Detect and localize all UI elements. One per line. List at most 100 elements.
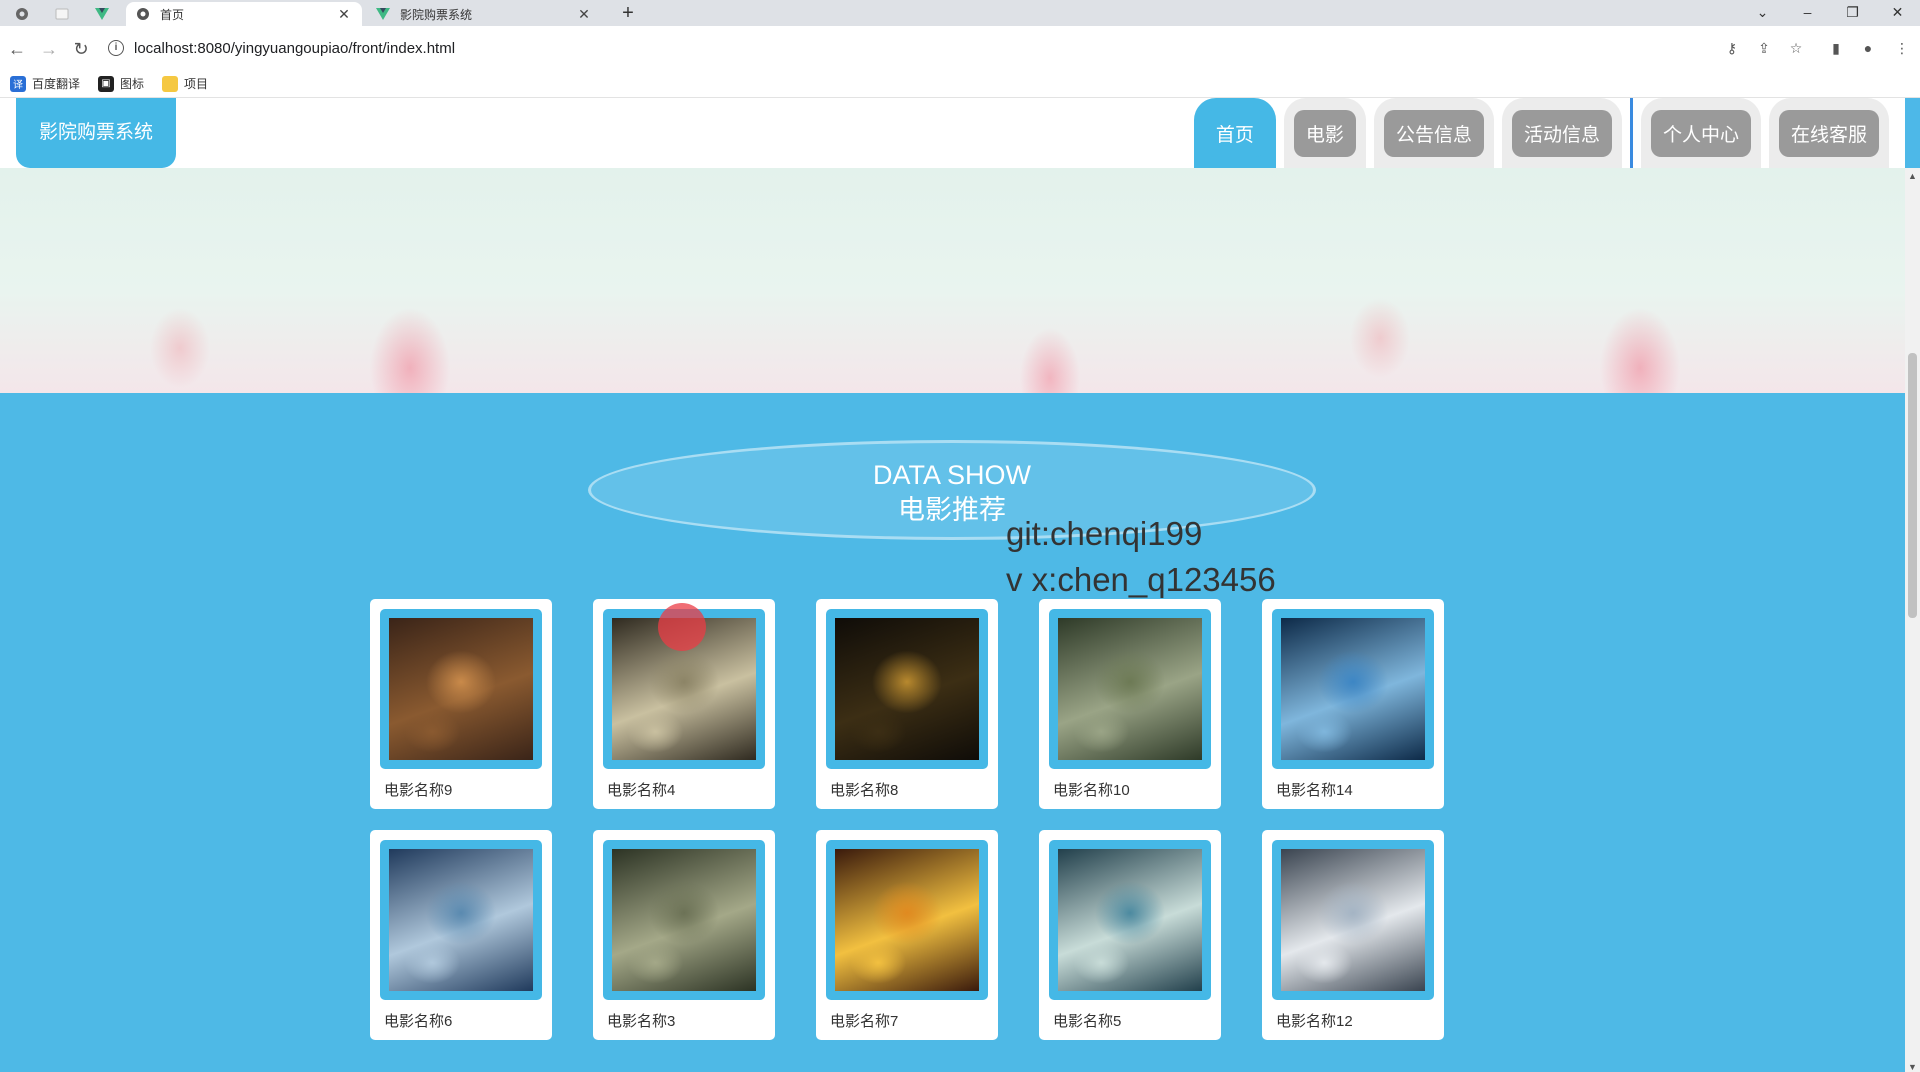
page-scrollbar[interactable]: ▲ ▼ <box>1905 168 1920 1072</box>
watermark-wechat: v x:chen_q123456 <box>1006 561 1276 598</box>
section-title-cn: 电影推荐 <box>898 495 1006 525</box>
bookmark-baidu-translate[interactable]: 译 百度翻译 <box>10 75 80 92</box>
space-movie-poster[interactable] <box>1281 849 1425 991</box>
pinned-tab-globe-icon[interactable] <box>10 3 34 25</box>
tab-search-icon[interactable]: ⌄ <box>1740 0 1785 26</box>
call-of-wild-poster[interactable] <box>1058 849 1202 991</box>
forest-movie-poster[interactable] <box>1058 618 1202 760</box>
scroll-up-icon[interactable]: ▲ <box>1908 171 1917 181</box>
movie-name[interactable]: 电影名称9 <box>384 779 452 800</box>
bookmark-icons[interactable]: ▣ 图标 <box>98 75 144 92</box>
mermaid-poster[interactable] <box>389 849 533 991</box>
recommend-section: DATA SHOW 电影推荐 git:chenqi199 v x:chen_q1… <box>0 393 1905 1072</box>
url-text: localhost:8080/yingyuangoupiao/front/ind… <box>134 39 456 57</box>
movie-poster-frame[interactable] <box>380 840 542 1000</box>
movie-poster-frame[interactable] <box>1049 609 1211 769</box>
movie-poster-frame[interactable] <box>603 840 765 1000</box>
cursor-click-indicator <box>658 603 706 651</box>
nav-announcements[interactable]: 公告信息 <box>1373 98 1494 168</box>
nav-movies[interactable]: 电影 <box>1283 98 1366 168</box>
movie-poster-frame[interactable] <box>1272 840 1434 1000</box>
avatar-poster[interactable] <box>1281 618 1425 760</box>
minimize-icon[interactable]: – <box>1785 0 1830 26</box>
movie-card[interactable]: 电影名称12 <box>1262 830 1444 1040</box>
close-tab-icon[interactable]: ✕ <box>576 6 592 22</box>
movie-name[interactable]: 电影名称5 <box>1053 1010 1121 1031</box>
movie-card[interactable]: 电影名称9 <box>370 599 552 809</box>
share-icon[interactable]: ⇪ <box>1754 38 1774 58</box>
movie-poster-frame[interactable] <box>1272 609 1434 769</box>
movie-name[interactable]: 电影名称7 <box>830 1010 898 1031</box>
folder-icon <box>162 75 179 92</box>
web-page: 影院购票系统 首页 电影 公告信息 活动信息 个人中心 在线客服 DATA SH… <box>0 98 1920 1072</box>
movie-name[interactable]: 电影名称12 <box>1276 1010 1353 1031</box>
movie-name[interactable]: 电影名称3 <box>607 1010 675 1031</box>
movie-poster-frame[interactable] <box>380 609 542 769</box>
movie-card[interactable]: 电影名称10 <box>1039 599 1221 809</box>
image-icon: ▣ <box>98 75 115 92</box>
nav-personal-center[interactable]: 个人中心 <box>1640 98 1761 168</box>
clapperboard-poster[interactable] <box>835 618 979 760</box>
restore-icon[interactable]: ❐ <box>1830 0 1875 26</box>
movie-poster-frame[interactable] <box>826 609 988 769</box>
movie-card[interactable]: 电影名称6 <box>370 830 552 1040</box>
browser-tab-strip: 首页 ✕ 影院购票系统 ✕ + ⌄ – ❐ ✕ <box>0 0 1920 26</box>
drama-poster[interactable] <box>612 849 756 991</box>
bookmark-label: 图标 <box>120 77 145 91</box>
movie-name[interactable]: 电影名称14 <box>1276 779 1353 800</box>
bookmarks-bar: 译 百度翻译 ▣ 图标 项目 <box>0 70 1920 98</box>
password-key-icon[interactable]: ⚷ <box>1722 38 1742 58</box>
movie-name[interactable]: 电影名称10 <box>1053 779 1130 800</box>
bookmark-star-icon[interactable]: ☆ <box>1786 38 1806 58</box>
profile-avatar-icon[interactable]: ● <box>1858 38 1878 58</box>
back-icon[interactable]: ← <box>6 38 28 60</box>
pinned-tab-vue-icon[interactable] <box>90 3 114 25</box>
section-title: DATA SHOW 电影推荐 <box>588 440 1316 540</box>
nav-label: 首页 <box>1203 109 1266 157</box>
tab-cinema-system[interactable]: 影院购票系统 ✕ <box>366 2 602 26</box>
movie-card[interactable]: 电影名称5 <box>1039 830 1221 1040</box>
nav-divider <box>1629 98 1633 168</box>
translate-icon: 译 <box>10 75 26 92</box>
side-panel-icon[interactable]: ▮ <box>1826 38 1846 58</box>
window-controls: ⌄ – ❐ ✕ <box>1740 0 1920 26</box>
bookmark-folder-projects[interactable]: 项目 <box>162 75 208 92</box>
site-logo[interactable]: 影院购票系统 <box>16 98 176 168</box>
nav-home[interactable]: 首页 <box>1193 98 1276 168</box>
vue-icon <box>376 7 390 21</box>
nav-online-service[interactable]: 在线客服 <box>1768 98 1889 168</box>
movie-poster-frame[interactable] <box>826 840 988 1000</box>
nav-label: 在线客服 <box>1778 109 1879 157</box>
close-tab-icon[interactable]: ✕ <box>336 6 352 22</box>
address-bar[interactable]: i localhost:8080/yingyuangoupiao/front/i… <box>108 33 1772 63</box>
movie-name[interactable]: 电影名称8 <box>830 779 898 800</box>
site-info-icon[interactable]: i <box>108 40 124 56</box>
hero-carousel[interactable] <box>0 168 1905 438</box>
forward-icon[interactable]: → <box>38 38 60 60</box>
section-title-en: DATA SHOW <box>872 460 1031 490</box>
watermark-git: git:chenqi199 <box>1006 515 1203 552</box>
nav-label: 个人中心 <box>1650 109 1751 157</box>
reload-icon[interactable]: ↻ <box>70 38 92 60</box>
pinned-tab-blank-icon[interactable] <box>50 3 74 25</box>
nav-activities[interactable]: 活动信息 <box>1501 98 1622 168</box>
movie-name[interactable]: 电影名称6 <box>384 1010 452 1031</box>
movie-card[interactable]: 电影名称7 <box>816 830 998 1040</box>
tab-home[interactable]: 首页 ✕ <box>126 2 362 26</box>
scrollbar-thumb[interactable] <box>1908 353 1917 618</box>
menu-kebab-icon[interactable]: ⋮ <box>1892 38 1912 58</box>
bookmark-label: 项目 <box>184 77 209 91</box>
main-nav: 首页 电影 公告信息 活动信息 个人中心 在线客服 <box>1186 98 1889 168</box>
movie-card[interactable]: 电影名称8 <box>816 599 998 809</box>
close-window-icon[interactable]: ✕ <box>1875 0 1920 26</box>
movie-poster-frame[interactable] <box>1049 840 1211 1000</box>
new-tab-button[interactable]: + <box>616 2 640 24</box>
globe-icon <box>136 7 150 21</box>
movie-name[interactable]: 电影名称4 <box>607 779 675 800</box>
western-poster[interactable] <box>835 849 979 991</box>
movie-card[interactable]: 电影名称3 <box>593 830 775 1040</box>
scroll-down-icon[interactable]: ▼ <box>1908 1062 1917 1072</box>
bookmark-label: 百度翻译 <box>32 77 81 91</box>
film-clapper-poster[interactable] <box>389 618 533 760</box>
movie-card[interactable]: 电影名称14 <box>1262 599 1444 809</box>
